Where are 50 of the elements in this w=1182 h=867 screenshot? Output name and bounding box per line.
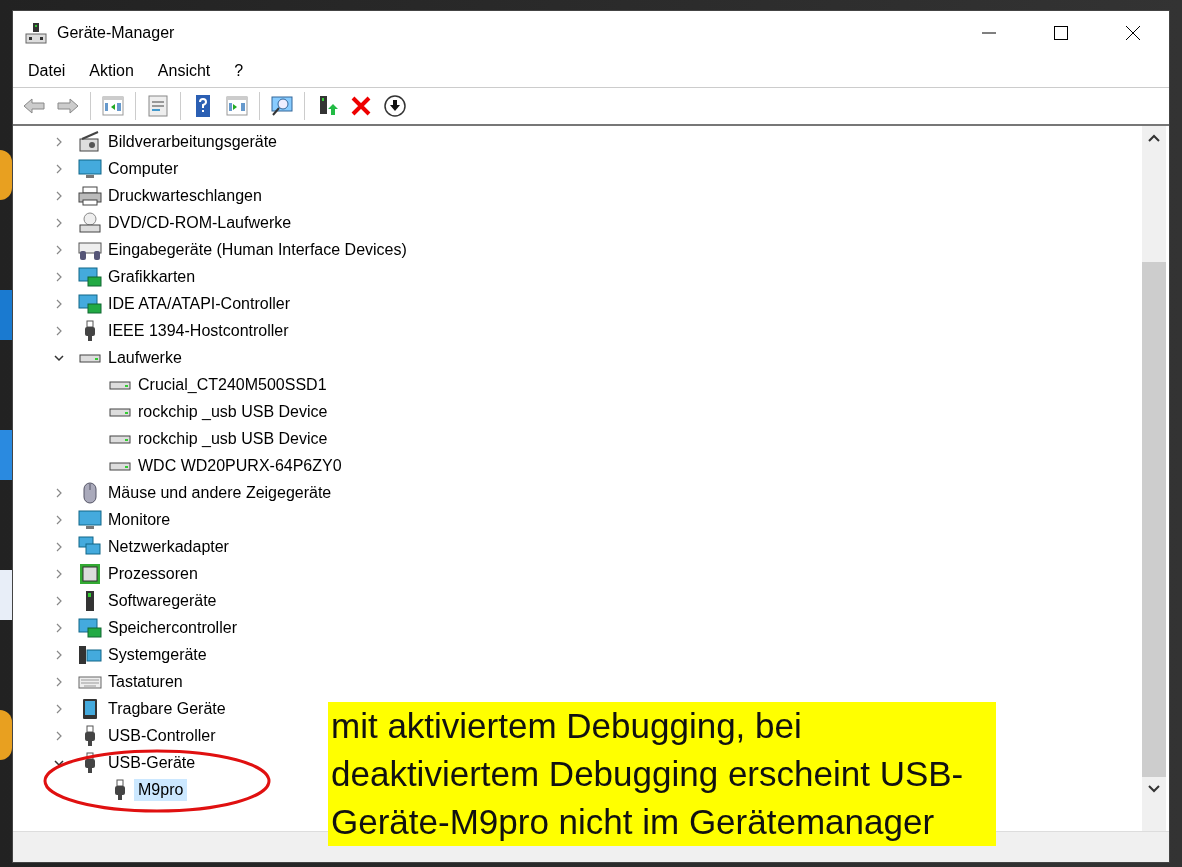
device-manager-icon (25, 22, 47, 44)
annotation-note: mit aktiviertem Debugging, bei deaktiviertem Debugging erscheint USB-Geräte-M9pro nicht im Gerätemanager (328, 702, 996, 846)
tree-item[interactable]: Softwaregeräte (104, 589, 221, 612)
menu-item[interactable]: Ansicht (157, 62, 211, 80)
tree-item[interactable]: Tastaturen (104, 670, 187, 693)
tree-item[interactable]: Prozessoren (104, 562, 202, 585)
close-icon[interactable] (1125, 25, 1141, 41)
tree-item[interactable]: M9pro (134, 778, 188, 801)
tree-item[interactable]: rockchip _usb USB Device (134, 427, 332, 450)
tree-item[interactable]: rockchip _usb USB Device (134, 400, 332, 423)
monitor-icon (78, 508, 102, 531)
tree-item[interactable]: USB-Geräte (104, 751, 200, 774)
tree-item[interactable]: Mäuse und andere Zeigegeräte (104, 481, 336, 504)
scrollbar[interactable] (1142, 126, 1166, 831)
tree-item[interactable]: Bildverarbeitungsgeräte (104, 130, 281, 153)
monitor-icon (78, 157, 102, 180)
scrollbar-thumb[interactable] (1142, 262, 1166, 777)
disc-drive-icon (78, 211, 102, 234)
scroll-up-icon[interactable] (1148, 134, 1160, 142)
tree-item[interactable]: WDC WD20PURX-64P6ZY0 (134, 454, 346, 477)
tree-item[interactable]: Grafikkarten (104, 265, 200, 288)
desktop-app-icon[interactable] (0, 150, 12, 200)
tree-item[interactable]: Tragbare Geräte (104, 697, 230, 720)
scroll-down-icon[interactable] (1148, 785, 1160, 793)
maximize-icon[interactable] (1053, 25, 1069, 41)
tree-item[interactable]: IDE ATA/ATAPI-Controller (104, 292, 294, 315)
tree-item[interactable]: Druckwarteschlangen (104, 184, 266, 207)
display-card-icon (78, 265, 102, 288)
tree-item[interactable]: DVD/CD-ROM-Laufwerke (104, 211, 296, 234)
tree-item[interactable]: Laufwerke (104, 346, 186, 369)
menu-item[interactable]: Datei (28, 62, 66, 80)
tree-item[interactable]: USB-Controller (104, 724, 220, 747)
desktop-app-icon[interactable] (0, 710, 12, 760)
chip-icon (78, 562, 102, 585)
tree-item[interactable]: Crucial_CT240M500SSD1 (134, 373, 331, 396)
tree-item[interactable]: Computer (104, 157, 183, 180)
tree-item[interactable]: Monitore (104, 508, 175, 531)
card-icon (78, 616, 102, 639)
tree-item[interactable]: Netzwerkadapter (104, 535, 233, 558)
network-icon (78, 535, 102, 558)
window-title: Geräte-Manager (57, 24, 175, 42)
printer-icon (78, 184, 102, 207)
tree-item[interactable]: IEEE 1394-Hostcontroller (104, 319, 293, 342)
computer-icon (78, 643, 102, 666)
controller-card-icon (78, 292, 102, 315)
tree-item[interactable]: Speichercontroller (104, 616, 241, 639)
tree-item[interactable]: Systemgeräte (104, 643, 211, 666)
tree-item[interactable]: Eingabegeräte (Human Interface Devices) (104, 238, 411, 261)
menu-item[interactable]: ? (234, 62, 244, 80)
menu-item[interactable]: Aktion (89, 62, 134, 80)
